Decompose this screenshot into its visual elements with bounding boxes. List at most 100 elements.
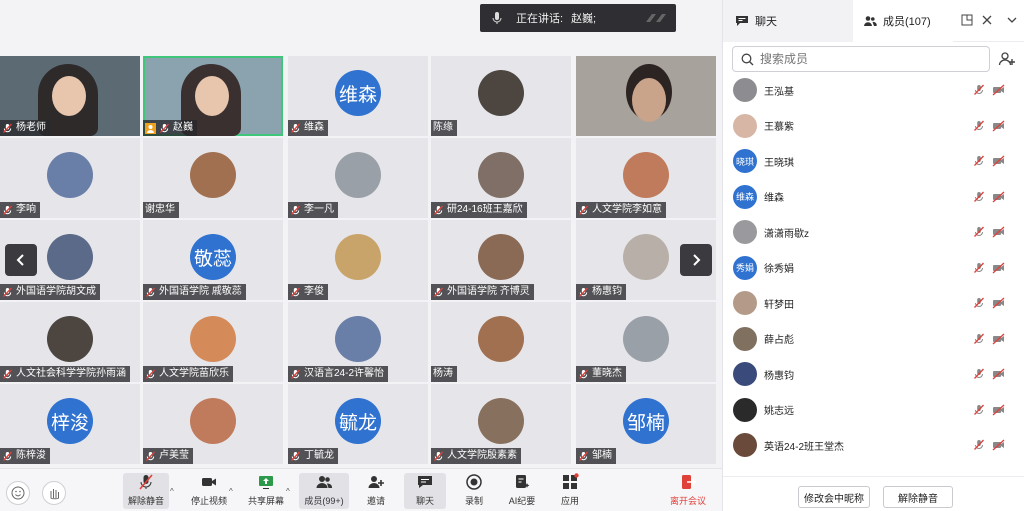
member-row[interactable]: 晓琪 王晓琪 [723,143,1024,179]
record-button[interactable]: 录制 [459,473,489,509]
mic-muted-icon[interactable] [973,333,985,345]
member-row[interactable]: 姚志远 [723,392,1024,428]
video-options-caret[interactable]: ^ [229,487,233,496]
mic-muted-icon[interactable] [973,404,985,416]
member-search[interactable] [732,46,990,72]
participant-tile[interactable]: 外国语学院 齐博灵 [431,220,571,300]
camera-off-icon[interactable] [992,226,1005,238]
members-button[interactable]: 成员(99+) [299,473,349,509]
camera-off-icon[interactable] [992,191,1005,203]
member-name: 王慕紫 [764,122,794,133]
participant-tile[interactable]: 陈缘 [431,56,571,136]
close-panel-button[interactable] [981,14,995,28]
avatar: 毓龙 [335,398,381,444]
participant-tile[interactable]: 杨老师 [0,56,140,136]
member-row[interactable]: 杨惠钧 [723,356,1024,392]
mic-muted-icon[interactable] [973,262,985,274]
participant-name: 李一凡 [304,204,334,215]
share-options-caret[interactable]: ^ [286,487,290,496]
tab-chat[interactable]: 聊天 [723,0,853,42]
member-row[interactable]: 英语24-2班王堂杰 [723,427,1024,463]
participant-tile[interactable]: 汉语言24-2许馨怡 [288,302,428,382]
camera-icon [202,478,216,486]
member-row[interactable]: 薛占彪 [723,321,1024,357]
participant-tile[interactable]: 毓龙 丁毓龙 [288,384,428,464]
drag-grip-icon[interactable] [644,12,668,24]
next-page-button[interactable] [680,244,712,276]
mic-muted-icon[interactable] [973,191,985,203]
participant-tile[interactable]: 梓浚 陈梓浚 [0,384,140,464]
ai-summary-button[interactable]: AI纪要 [502,473,542,509]
participant-tile[interactable]: 李一凡 [288,138,428,218]
member-row[interactable]: 王慕紫 [723,108,1024,144]
unmute-all-button[interactable]: 解除静音 [883,486,953,508]
mic-muted-icon [291,205,300,215]
apps-button[interactable]: 应用 [555,473,585,509]
member-row[interactable]: 维森 维森 [723,179,1024,215]
member-avatar-text: 维森 [735,192,754,202]
member-row[interactable]: 秀娟 徐秀娟 [723,250,1024,286]
participant-tile[interactable]: 维森 维森 [288,56,428,136]
participant-tile[interactable]: 赵巍 [143,56,283,136]
participant-tile[interactable]: 人文学院苗欣乐 [143,302,283,382]
camera-off-icon[interactable] [992,333,1005,345]
exit-icon [682,475,697,489]
share-screen-button[interactable]: 共享屏幕 [245,473,287,509]
emoji-button[interactable] [6,481,30,505]
mic-muted-icon[interactable] [973,155,985,167]
member-name: 杨惠钧 [764,370,794,382]
add-member-button[interactable] [995,47,1019,71]
tab-members[interactable]: 成员(107) [853,0,953,42]
member-row[interactable]: 潇潇雨歇z [723,214,1024,250]
unmute-button[interactable]: 解除静音 [123,473,169,509]
participant-tile[interactable]: 杨涛 [431,302,571,382]
participant-tile[interactable]: 董晓杰 [576,302,716,382]
mic-muted-icon[interactable] [973,84,985,96]
prev-page-button[interactable] [5,244,37,276]
invite-button[interactable]: 邀请 [360,473,392,509]
mic-muted-icon[interactable] [973,297,985,309]
participant-name: 丁毓龙 [304,450,334,461]
side-panel: 聊天 成员(107) 王泓基王慕紫晓琪王晓琪维森维森潇潇雨歇z 秀娟徐秀娟轩梦田薛… [722,0,1024,511]
stop-video-button[interactable]: 停止视频 [188,473,230,509]
participant-tile[interactable]: 人文学院李如意 [576,138,716,218]
participant-tile[interactable]: 卢美莹 [143,384,283,464]
participant-tile[interactable]: 邹楠 邹楠 [576,384,716,464]
rename-button[interactable]: 修改会中昵称 [798,486,870,508]
mic-muted-icon[interactable] [973,439,985,451]
participant-tile[interactable]: 谢忠华 [143,138,283,218]
participant-tile[interactable]: 敬蕊 外国语学院 戚敬蕊 [143,220,283,300]
participant-tile[interactable]: 人文社会科学学院孙雨涵 [0,302,140,382]
member-name: 维森 [764,193,784,204]
participant-tile[interactable]: 李响 [0,138,140,218]
popout-button[interactable] [961,14,975,28]
mic-muted-icon[interactable] [973,226,985,238]
leave-meeting-button[interactable]: 离开会议 [666,473,710,509]
camera-off-icon[interactable] [992,404,1005,416]
chat-button[interactable]: 聊天 [404,473,446,509]
member-row[interactable]: 王泓基 [723,72,1024,108]
camera-off-icon[interactable] [992,262,1005,274]
mic-muted-icon[interactable] [973,120,985,132]
panel-menu-button[interactable] [1006,14,1020,28]
participant-tile[interactable]: 李俊 [288,220,428,300]
raise-hand-button[interactable] [42,481,66,505]
camera-off-icon[interactable] [992,368,1005,380]
mic-muted-icon [160,123,169,133]
participant-tile[interactable]: 人文学院殷素素 [431,384,571,464]
chat-label: 聊天 [415,496,434,506]
camera-off-icon[interactable] [992,439,1005,451]
avatar [190,398,236,444]
camera-off-icon[interactable] [992,84,1005,96]
participant-name: 陈缘 [433,122,453,133]
member-search-input[interactable] [760,52,970,66]
participant-tile[interactable] [576,56,716,136]
audio-options-caret[interactable]: ^ [170,487,174,496]
participant-name: 李响 [16,204,36,215]
mic-muted-icon[interactable] [973,368,985,380]
camera-off-icon[interactable] [992,297,1005,309]
participant-tile[interactable]: 研24-16班王嘉欣 [431,138,571,218]
camera-off-icon[interactable] [992,155,1005,167]
member-row[interactable]: 轩梦田 [723,285,1024,321]
camera-off-icon[interactable] [992,120,1005,132]
